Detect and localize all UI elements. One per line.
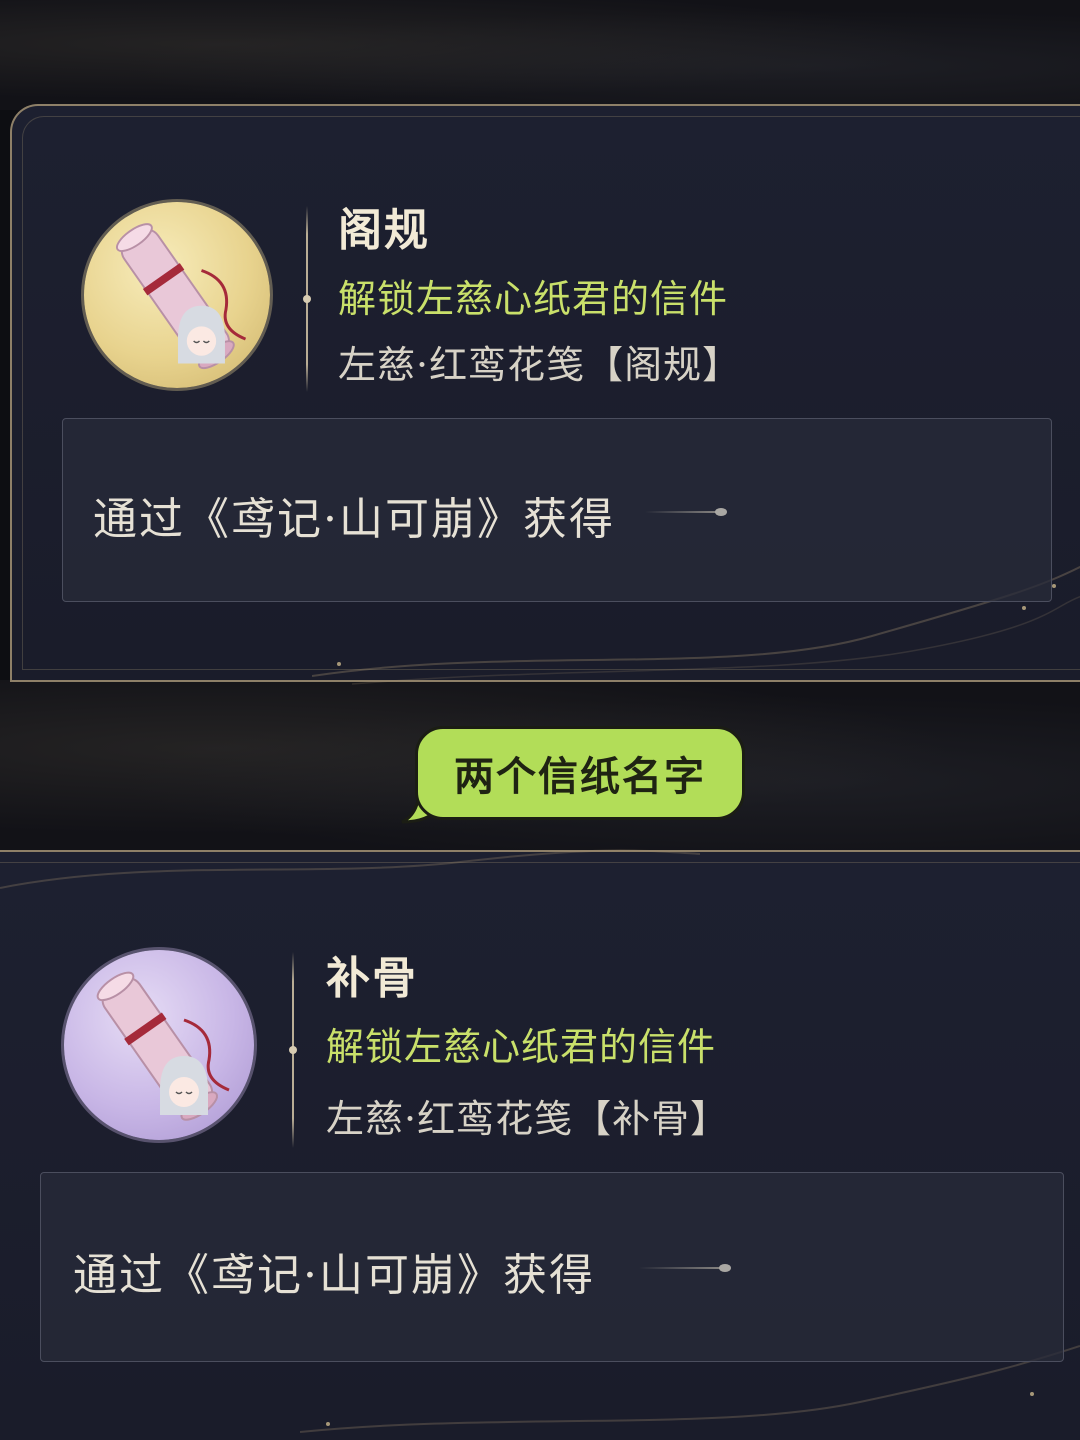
letter-card-top: 阁规 解锁左慈心纸君的信件 左慈·红鸾花笺【阁规】 通过《鸢记·山可崩》获得 (10, 104, 1080, 685)
item-name: 左慈·红鸾花笺【补骨】 (326, 1097, 730, 1141)
background-top (0, 0, 1080, 110)
sparkle (1052, 584, 1056, 588)
sparkle (337, 662, 341, 666)
unlock-description: 解锁左慈心纸君的信件 (338, 277, 729, 321)
item-name: 左慈·红鸾花笺【阁规】 (338, 343, 742, 387)
letter-title: 补骨 (326, 953, 418, 1004)
source-text: 通过《鸢记·山可崩》获得 (93, 494, 615, 545)
screenshot-collage: 阁规 解锁左慈心纸君的信件 左慈·红鸾花笺【阁规】 通过《鸢记·山可崩》获得 两… (0, 0, 1080, 1440)
decorative-swirl (0, 849, 700, 889)
caption-text: 两个信纸名字 (454, 754, 706, 800)
source-box[interactable]: 通过《鸢记·山可崩》获得 (62, 418, 1052, 602)
source-box[interactable]: 通过《鸢记·山可崩》获得 (40, 1172, 1064, 1362)
letter-card-bottom: 补骨 解锁左慈心纸君的信件 左慈·红鸾花笺【补骨】 通过《鸢记·山可崩》获得 (0, 849, 1080, 1440)
sparkle (1022, 606, 1026, 610)
source-arrow-line (639, 1264, 731, 1272)
source-arrow-line (645, 508, 727, 516)
letter-title: 阁规 (338, 205, 430, 256)
letter-badge-purple[interactable] (64, 950, 254, 1140)
unlock-description: 解锁左慈心纸君的信件 (326, 1025, 717, 1069)
title-divider (292, 952, 294, 1148)
letter-badge-gold[interactable] (84, 202, 270, 388)
sparkle (1030, 1392, 1034, 1396)
letter-scroll-icon (96, 971, 230, 1121)
letter-scroll-icon (115, 223, 247, 370)
title-divider (306, 206, 308, 392)
sparkle (326, 1422, 330, 1426)
caption-speech-bubble: 两个信纸名字 (415, 726, 745, 820)
source-text: 通过《鸢记·山可崩》获得 (73, 1250, 595, 1301)
